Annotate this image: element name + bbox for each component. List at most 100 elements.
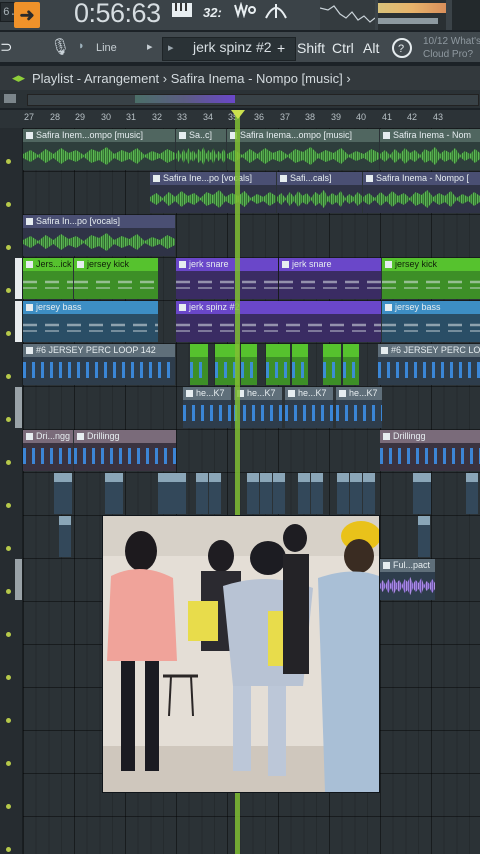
magnet-icon[interactable]: ⊃ [0, 38, 13, 56]
pattern-clip[interactable]: jerk snare [279, 258, 381, 299]
clip-label: he...K7 [196, 388, 225, 398]
small-clip[interactable] [466, 473, 478, 514]
pattern-clip[interactable]: jerk snare [176, 258, 278, 299]
track-mute-led[interactable] [6, 804, 11, 809]
small-clip[interactable] [413, 473, 431, 514]
playlist-minimap[interactable] [0, 90, 480, 108]
track-mute-led[interactable] [6, 374, 11, 379]
audio-clip[interactable]: Safira Inema...ompo [music] [227, 129, 379, 170]
pattern-name[interactable]: jerk spinz #2 [193, 39, 272, 55]
track-mute-led[interactable] [6, 417, 11, 422]
audio-clip[interactable]: Safira Ine...po [vocals] [150, 172, 276, 213]
pattern-clip[interactable]: Jers...ick [23, 258, 73, 299]
small-clip[interactable] [158, 473, 186, 514]
track-mute-led[interactable] [6, 460, 11, 465]
small-clip[interactable] [247, 473, 259, 514]
pattern-clip[interactable]: he...K7 [285, 387, 333, 428]
audio-clip[interactable]: Safira Inema - Nom [380, 129, 480, 170]
small-clip[interactable] [105, 473, 123, 514]
help-icon[interactable]: ? [391, 37, 413, 64]
pattern-clip[interactable]: Dri...ngg [23, 430, 73, 471]
track-header-column [0, 128, 23, 854]
small-clip[interactable] [273, 473, 285, 514]
breadcrumb-arrow[interactable]: › [346, 71, 350, 86]
cpu-meter [378, 0, 446, 30]
pattern-clip[interactable]: he...K7 [183, 387, 231, 428]
pattern-clip[interactable]: Drillingg [74, 430, 176, 471]
pattern-clip[interactable] [241, 344, 257, 385]
pattern-clip[interactable]: Ful...pact [380, 559, 435, 600]
add-pattern-button[interactable]: + [277, 40, 285, 56]
pattern-clip[interactable]: jersey kick [74, 258, 158, 299]
time-signature[interactable]: 32: [203, 2, 222, 24]
track-mute-led[interactable] [6, 632, 11, 637]
pattern-clip[interactable]: Drillingg [380, 430, 480, 471]
playlist-header: ◂▸ Playlist - Arrangement › Safira Inema… [0, 66, 480, 90]
promo-line1: 10/12 What's [423, 36, 480, 47]
pattern-clip[interactable]: jerk spinz #2 [176, 301, 381, 342]
small-clip[interactable] [54, 473, 72, 514]
pattern-clip[interactable] [292, 344, 308, 385]
shift-button[interactable]: Shift [297, 40, 325, 56]
pattern-clip[interactable]: #6 JERSEY PERC LOOP 142 [23, 344, 175, 385]
clip-label: Safi...cals] [290, 173, 332, 183]
playhead-marker[interactable] [231, 110, 245, 119]
pattern-clip[interactable] [266, 344, 290, 385]
track-mute-led[interactable] [6, 761, 11, 766]
track-mute-led[interactable] [6, 159, 11, 164]
small-clip[interactable] [337, 473, 349, 514]
track-mute-led[interactable] [6, 675, 11, 680]
microphone-icon[interactable]: 🎙 [50, 37, 70, 57]
track-mute-led[interactable] [6, 718, 11, 723]
pattern-clip[interactable]: jersey bass [23, 301, 158, 342]
snap-arrow-icon[interactable]: ▸ [147, 40, 153, 53]
clip-label: Sa..c] [189, 130, 213, 140]
snap-icon[interactable]: ◗ [78, 40, 85, 52]
audio-clip[interactable]: Safira In...po [vocals] [23, 215, 175, 256]
pattern-clip[interactable] [190, 344, 208, 385]
song-time-display[interactable]: 0:56:63 [74, 0, 161, 29]
audio-clip[interactable]: Sa..c] [176, 129, 226, 170]
pattern-clip[interactable]: jersey bass [382, 301, 480, 342]
small-clip[interactable] [209, 473, 221, 514]
track-mute-led[interactable] [6, 503, 11, 508]
pattern-clip[interactable] [343, 344, 359, 385]
breadcrumb-separator: › [162, 71, 168, 86]
pattern-clip[interactable]: he...K7 [234, 387, 282, 428]
audio-clip[interactable]: Safira Inema - Nompo [ [363, 172, 480, 213]
promo-line2: Cloud Pro? [423, 49, 474, 60]
track-mute-led[interactable] [6, 546, 11, 551]
track-mute-led[interactable] [6, 847, 11, 852]
piano-icon[interactable] [4, 94, 16, 103]
snap-select[interactable]: Line [96, 42, 117, 54]
track-mute-led[interactable] [6, 202, 11, 207]
pattern-arrow-icon[interactable]: ▸ [168, 41, 174, 54]
alt-button[interactable]: Alt [363, 40, 379, 56]
track-mute-led[interactable] [6, 589, 11, 594]
pattern-clip[interactable]: #6 JERSEY PERC LO [378, 344, 480, 385]
small-clip[interactable] [196, 473, 208, 514]
promo-text[interactable]: 10/12 What's Cloud Pro? [423, 35, 480, 61]
audio-clip[interactable]: Safi...cals] [277, 172, 362, 213]
pattern-clip[interactable]: he...K7 [336, 387, 382, 428]
audio-clip[interactable]: Safira Inem...ompo [music] [23, 129, 175, 170]
pattern-clip[interactable] [323, 344, 341, 385]
ruler-tick: 42 [407, 112, 418, 122]
track-mute-led[interactable] [6, 245, 11, 250]
wave-icon[interactable] [234, 1, 256, 24]
arrow-tool-icon[interactable]: ➜ [14, 2, 40, 28]
small-clip[interactable] [363, 473, 375, 514]
small-clip[interactable] [350, 473, 362, 514]
piano-keys-icon[interactable] [172, 2, 192, 24]
speaker-icon[interactable]: ◂▸ [12, 70, 25, 86]
ctrl-button[interactable]: Ctrl [332, 40, 354, 56]
pitch-icon[interactable] [265, 2, 287, 24]
small-clip[interactable] [260, 473, 272, 514]
small-clip[interactable] [418, 516, 430, 557]
track-mute-led[interactable] [6, 331, 11, 336]
small-clip[interactable] [298, 473, 310, 514]
small-clip[interactable] [311, 473, 323, 514]
pattern-clip[interactable]: jersey kick [382, 258, 480, 299]
track-mute-led[interactable] [6, 288, 11, 293]
small-clip[interactable] [59, 516, 71, 557]
